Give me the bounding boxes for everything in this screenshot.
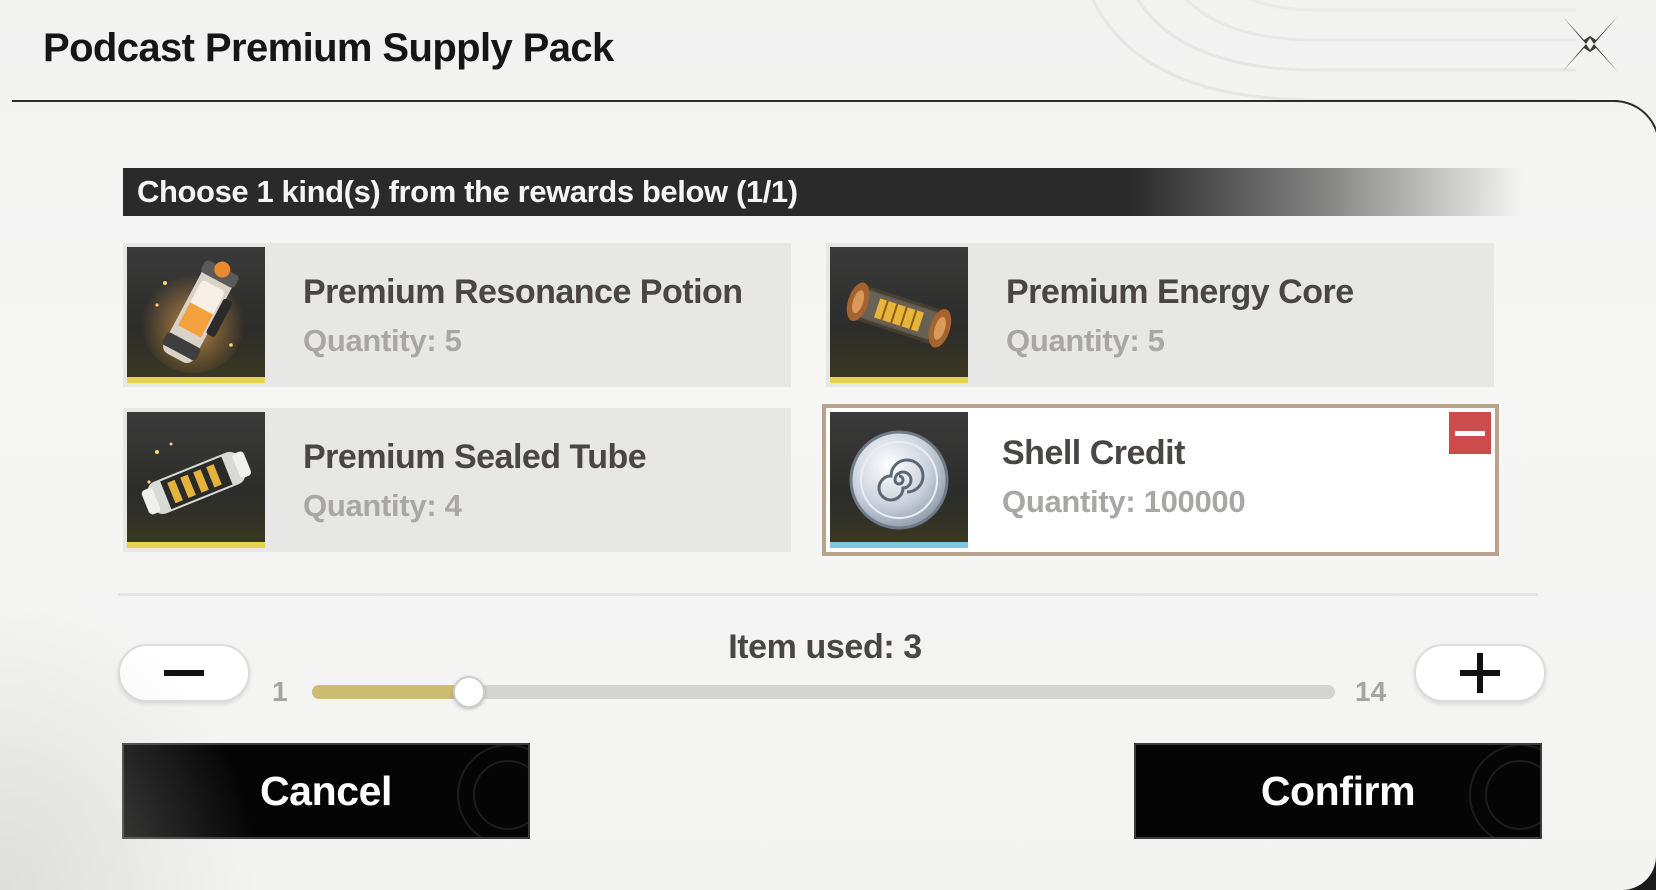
title-divider (12, 100, 1618, 102)
minus-icon (1455, 430, 1485, 436)
deselect-button[interactable] (1449, 412, 1491, 454)
reward-option-energy-core[interactable]: Premium Energy Core Quantity: 5 (826, 243, 1494, 387)
background-texture (0, 590, 260, 890)
reward-quantity: Quantity: 5 (1006, 323, 1165, 358)
resonance-potion-icon (141, 260, 245, 373)
reward-option-sealed-tube[interactable]: Premium Sealed Tube Quantity: 4 (123, 408, 791, 552)
frame-curve (1610, 100, 1656, 160)
slider-min-label: 1 (272, 676, 288, 707)
plus-icon (1460, 653, 1500, 693)
reward-option-shell-credit[interactable]: Shell Credit Quantity: 100000 (822, 404, 1499, 556)
reward-option-resonance-potion[interactable]: Premium Resonance Potion Quantity: 5 (123, 243, 791, 387)
reward-thumbnail (127, 247, 265, 383)
cancel-button[interactable]: Cancel (122, 743, 530, 839)
reward-selection-dialog: Podcast Premium Supply Pack Choose 1 kin… (0, 0, 1656, 890)
slider-fill (312, 685, 470, 699)
selection-prompt-text: Choose 1 kind(s) from the rewards below … (137, 174, 798, 209)
slider-thumb[interactable] (453, 676, 486, 708)
decorative-arcs (1091, 0, 1576, 102)
button-decoration (457, 745, 528, 837)
rarity-bar (830, 542, 968, 548)
rarity-bar (830, 377, 968, 383)
selection-prompt-banner: Choose 1 kind(s) from the rewards below … (123, 168, 1523, 216)
section-divider (118, 593, 1538, 596)
reward-thumbnail (127, 412, 265, 548)
confirm-button[interactable]: Confirm (1134, 743, 1542, 839)
rarity-bar (127, 542, 265, 548)
energy-core-icon (846, 282, 952, 348)
slider-max-label: 14 (1355, 676, 1387, 707)
rarity-bar (127, 377, 265, 383)
reward-name: Premium Energy Core (1006, 273, 1354, 311)
reward-name: Premium Sealed Tube (303, 438, 647, 476)
item-used-label: Item used: 3 (728, 628, 922, 666)
close-button[interactable] (1558, 12, 1622, 76)
reward-thumbnail (830, 247, 968, 383)
close-icon (1562, 16, 1618, 72)
reward-name: Shell Credit (1002, 434, 1185, 472)
reward-quantity: Quantity: 4 (303, 488, 462, 523)
reward-quantity: Quantity: 5 (303, 323, 462, 358)
shell-credit-icon (849, 430, 949, 530)
confirm-label: Confirm (1260, 767, 1416, 814)
reward-quantity: Quantity: 100000 (1002, 484, 1246, 519)
decrease-button[interactable] (118, 644, 250, 702)
button-decoration (1469, 745, 1540, 837)
quantity-slider[interactable] (312, 676, 1335, 708)
dialog-title: Podcast Premium Supply Pack (43, 26, 614, 70)
reward-name: Premium Resonance Potion (303, 273, 743, 311)
reward-thumbnail (830, 412, 968, 548)
minus-icon (164, 670, 204, 676)
cancel-label: Cancel (259, 767, 393, 814)
sealed-tube-icon (141, 442, 252, 515)
increase-button[interactable] (1414, 644, 1546, 702)
